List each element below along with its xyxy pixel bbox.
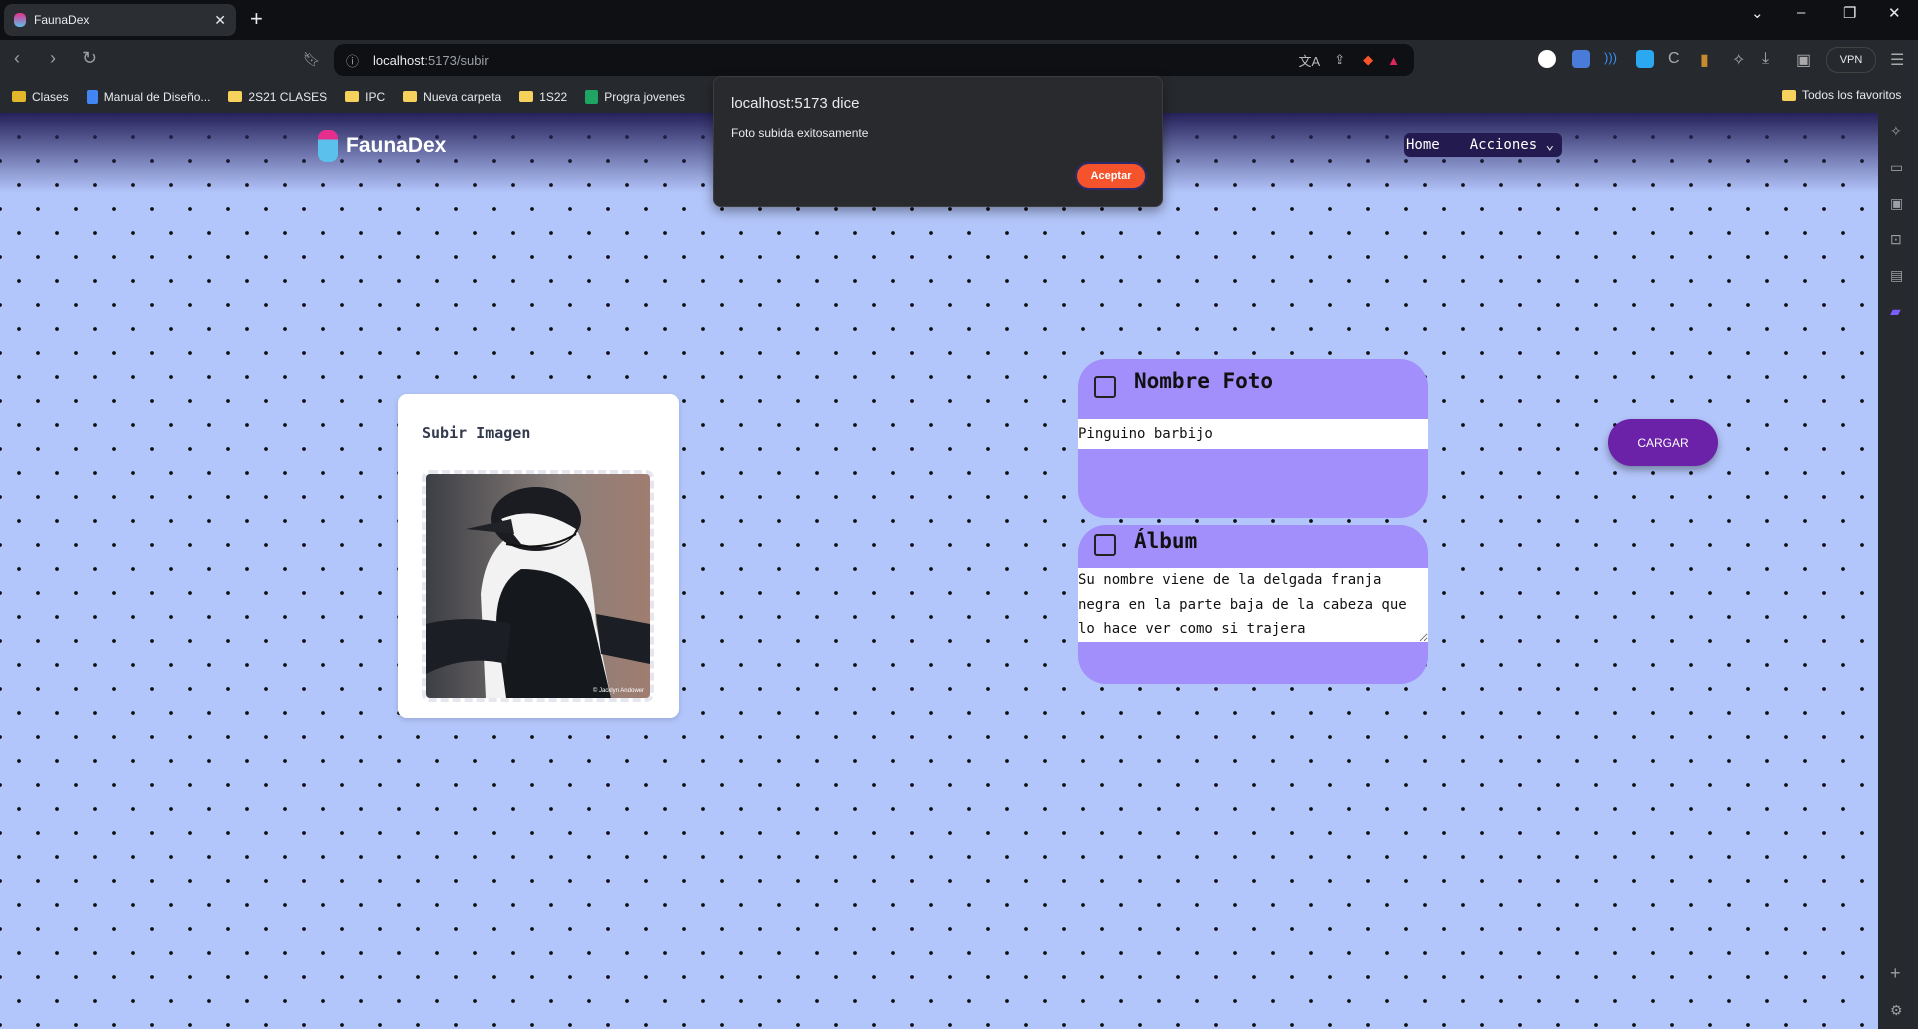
image-dropzone[interactable]: © Jacklyn Andower [422, 470, 654, 702]
download-icon[interactable]: ⤓ [1762, 50, 1780, 68]
tab-search-icon[interactable]: ⌄ [1751, 4, 1764, 22]
restore-icon[interactable]: ❐ [1843, 4, 1856, 22]
bookmark-ipc[interactable]: IPC [345, 90, 385, 104]
lock-extension-icon[interactable] [1636, 50, 1654, 68]
audio-extension-icon[interactable]: ))) [1604, 50, 1622, 68]
bookmark-1s22[interactable]: 1S22 [519, 90, 567, 104]
brand-logo[interactable]: FaunaDex [318, 130, 446, 162]
folder-icon [1782, 89, 1796, 101]
bookmark-manual[interactable]: Manual de Diseño... [86, 89, 211, 104]
wallet-icon[interactable]: ▣ [1796, 50, 1814, 69]
nav-acciones[interactable]: Acciones ⌄ [1470, 137, 1554, 153]
all-favorites[interactable]: Todos los favoritos [1782, 88, 1901, 102]
dialog-message: Foto subida exitosamente [731, 126, 869, 140]
forward-icon[interactable]: › [50, 48, 56, 69]
nav-home[interactable]: Home [1406, 137, 1440, 153]
main-nav: Home Acciones ⌄ [1404, 133, 1562, 157]
folder-icon [519, 91, 534, 102]
settings-icon[interactable]: ⚙ [1890, 1002, 1903, 1019]
page: FaunaDex Home Acciones ⌄ Subir Imagen © … [0, 113, 1878, 1029]
photo-album-icon [1094, 534, 1116, 556]
wallet-panel-icon[interactable]: ▣ [1890, 195, 1903, 212]
brand-name: FaunaDex [346, 134, 447, 157]
photo-name-input[interactable] [1078, 419, 1428, 449]
sheets-icon [585, 89, 599, 104]
reading-list-icon[interactable]: ⊡ [1890, 231, 1902, 248]
docs-icon [86, 89, 98, 104]
image-credit: © Jacklyn Andower [592, 688, 644, 694]
reload-icon[interactable]: ↻ [82, 48, 97, 69]
alert-dialog: localhost:5173 dice Foto subida exitosam… [713, 76, 1163, 207]
robot-logo-icon [318, 130, 338, 162]
classroom-icon [12, 91, 26, 102]
penguin-photo [426, 474, 650, 698]
favicon-icon [14, 13, 26, 27]
translate-icon[interactable]: 文A [1299, 51, 1321, 70]
side-panel: ✧ ▭ ▣ ⊡ ▤ ▰ + ⚙ [1878, 113, 1918, 1029]
video-icon[interactable]: ▭ [1890, 159, 1903, 176]
album-description-textarea[interactable]: Su nombre viene de la delgada franja neg… [1078, 568, 1428, 642]
cargar-button[interactable]: CARGAR [1608, 419, 1718, 466]
extension-panel-icon[interactable]: ▰ [1890, 303, 1901, 320]
folder-icon [228, 91, 243, 102]
menu-icon[interactable]: ☰ [1890, 50, 1908, 69]
upload-card: Subir Imagen © Jacklyn Andower [398, 394, 679, 718]
bookmark-label: Manual de Diseño... [103, 89, 211, 104]
translate-extension-icon[interactable] [1572, 50, 1590, 68]
bookmark-label: 2S21 CLASES [248, 89, 328, 104]
back-icon[interactable]: ‹ [14, 48, 20, 69]
bookmark-label: Nueva carpeta [423, 89, 502, 104]
book-icon[interactable]: ▤ [1890, 267, 1903, 284]
new-tab-button[interactable]: + [250, 6, 263, 32]
bookmark-label: Clases [32, 89, 69, 104]
minimize-icon[interactable]: – [1797, 4, 1805, 21]
extensions-icon[interactable]: ✧ [1732, 50, 1750, 69]
extension-avatar-icon[interactable] [1538, 50, 1556, 68]
bookmark-progra[interactable]: Progra jovenes [585, 89, 685, 104]
brave-shields-icon[interactable]: ◆ [1363, 52, 1373, 68]
leo-ai-icon[interactable]: ✧ [1890, 123, 1902, 140]
bookmark-label: Progra jovenes [604, 89, 685, 104]
album-card: Álbum Su nombre viene de la delgada fran… [1078, 525, 1428, 684]
tab-faunadex[interactable]: FaunaDex ✕ [4, 4, 236, 36]
url-path: :5173/subir [424, 52, 489, 68]
brave-rewards-icon[interactable]: ▲ [1387, 53, 1400, 68]
close-window-icon[interactable]: ✕ [1888, 4, 1901, 22]
close-tab-icon[interactable]: ✕ [214, 12, 226, 29]
accept-button[interactable]: Aceptar [1075, 162, 1147, 190]
c-extension-icon[interactable]: C [1668, 50, 1686, 68]
tab-title: FaunaDex [34, 13, 90, 27]
id-card-icon [1094, 376, 1116, 398]
nav-acciones-label: Acciones [1469, 137, 1538, 153]
bug-extension-icon[interactable]: ▮ [1700, 50, 1718, 69]
photo-name-card: Nombre Foto [1078, 359, 1428, 518]
bookmark-2s21[interactable]: 2S21 CLASES [228, 90, 327, 104]
folder-icon [345, 91, 360, 102]
url-host: localhost [373, 52, 425, 68]
vpn-button[interactable]: VPN [1826, 47, 1876, 73]
chevron-down-icon: ⌄ [1545, 137, 1555, 153]
upload-title: Subir Imagen [422, 424, 531, 442]
photo-name-title: Nombre Foto [1134, 369, 1274, 393]
add-panel-icon[interactable]: + [1890, 963, 1901, 984]
bookmark-label: IPC [365, 89, 386, 104]
bookmark-icon[interactable]: 🔖︎ [303, 51, 321, 68]
site-info-icon[interactable]: ⓘ [346, 51, 359, 70]
bookmark-clases[interactable]: Clases [12, 90, 69, 104]
vpn-label: VPN [1839, 54, 1863, 66]
tab-bar: FaunaDex ✕ + ⌄ – ❐ ✕ [0, 0, 1918, 40]
bookmark-label: 1S22 [539, 89, 568, 104]
dialog-title: localhost:5173 dice [731, 95, 860, 112]
all-favorites-label: Todos los favoritos [1802, 88, 1902, 102]
folder-icon [403, 91, 418, 102]
bookmark-nueva-carpeta[interactable]: Nueva carpeta [403, 90, 501, 104]
address-bar[interactable]: ⓘ localhost:5173/subir 文A ⇪ ◆ ▲ [334, 44, 1414, 76]
share-icon[interactable]: ⇪ [1334, 52, 1345, 68]
album-title: Álbum [1134, 529, 1198, 553]
